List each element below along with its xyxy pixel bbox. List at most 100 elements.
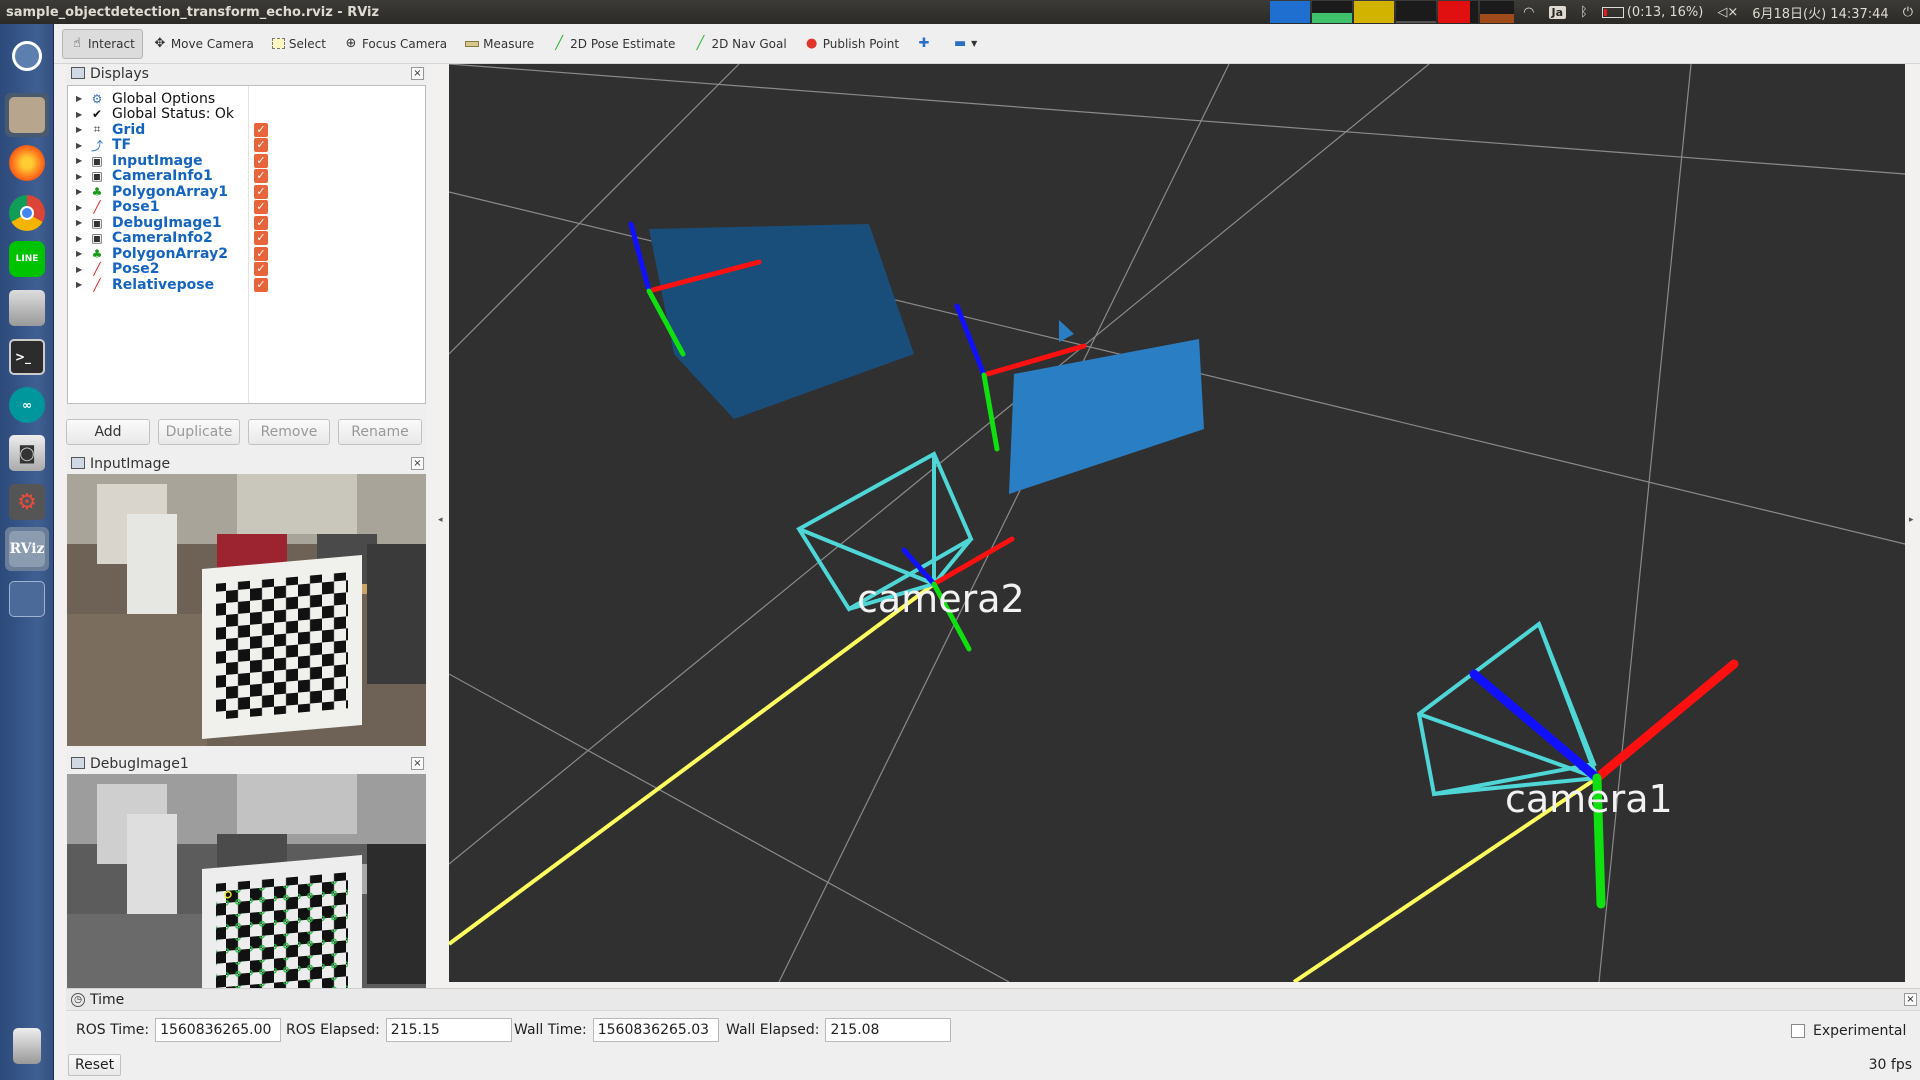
add-tool-button[interactable]: ✚	[909, 29, 943, 59]
expand-arrow-icon[interactable]: ▶	[76, 172, 82, 181]
load-meter[interactable]	[1480, 1, 1515, 23]
add-display-button[interactable]: Add	[66, 419, 150, 445]
keyboard-indicator[interactable]: Ja	[1548, 5, 1567, 19]
close-icon[interactable]: ×	[411, 457, 424, 470]
expand-arrow-icon[interactable]: ▶	[76, 218, 82, 227]
ruler-icon	[465, 40, 480, 47]
power-icon[interactable]: ⏻	[1903, 5, 1913, 20]
expand-arrow-icon[interactable]: ▶	[76, 249, 82, 258]
ros-time-field: ROS Time: 1560836265.00	[76, 1018, 282, 1042]
pose-estimate-tool[interactable]: ╱ 2D Pose Estimate	[544, 29, 683, 59]
image-icon: ▣	[91, 153, 103, 168]
battery-text: (0:13, 16%)	[1626, 4, 1704, 20]
display-enabled-checkbox[interactable]: ✓	[254, 246, 268, 261]
terminal-icon[interactable]: >_	[5, 335, 49, 379]
move-camera-tool[interactable]: ✥ Move Camera	[145, 29, 262, 59]
bluetooth-icon[interactable]: ᛒ	[1580, 5, 1588, 20]
minus-icon: ▬	[953, 36, 967, 51]
volume-icon[interactable]: ◁×	[1717, 5, 1738, 20]
nav-goal-tool[interactable]: ╱ 2D Nav Goal	[685, 29, 794, 59]
disk-meter[interactable]	[1438, 1, 1479, 23]
camera-icon[interactable]: ◙	[5, 431, 49, 475]
swap-meter[interactable]	[1354, 1, 1395, 23]
tool-label: Select	[288, 36, 326, 51]
wall-elapsed-value[interactable]: 215.08	[825, 1018, 952, 1042]
wall-elapsed-label: Wall Elapsed:	[726, 1022, 820, 1038]
ros-elapsed-value[interactable]: 215.15	[385, 1018, 512, 1042]
settings-icon[interactable]: ⚙	[5, 480, 49, 524]
expand-arrow-icon[interactable]: ▶	[76, 265, 82, 274]
display-enabled-checkbox[interactable]: ✓	[254, 200, 268, 214]
tool-label: Focus Camera	[361, 36, 448, 51]
display-enabled-checkbox[interactable]: ✓	[254, 277, 268, 292]
tf-icon: ⤴	[90, 138, 103, 153]
line-app-label: LINE	[9, 241, 45, 277]
display-enabled-checkbox[interactable]: ✓	[254, 184, 268, 199]
gear-icon: ⚙	[91, 91, 103, 106]
expand-arrow-icon[interactable]: ▶	[76, 156, 82, 165]
wall-time-value[interactable]: 1560836265.03	[592, 1018, 719, 1042]
camera-info-icon: ▣	[91, 231, 103, 245]
close-icon[interactable]: ×	[411, 757, 424, 770]
expand-arrow-icon[interactable]: ▶	[76, 187, 82, 196]
close-icon[interactable]: ×	[411, 67, 424, 80]
arduino-icon[interactable]: ∞	[5, 383, 49, 427]
rename-display-button[interactable]: Rename	[338, 419, 422, 445]
display-enabled-checkbox[interactable]: ✓	[254, 262, 268, 276]
expand-arrow-icon[interactable]: ▶	[76, 203, 82, 212]
scene-canvas	[449, 64, 1905, 982]
experimental-label: Experimental	[1813, 1023, 1907, 1039]
duplicate-display-button[interactable]: Duplicate	[158, 419, 240, 445]
battery-indicator[interactable]: (0:13, 16%)	[1601, 4, 1704, 20]
displays-button-row: Add Duplicate Remove Rename	[66, 419, 422, 445]
input-image-panel: InputImage ×	[66, 454, 427, 746]
render-3d-view[interactable]: camera2 camera1	[449, 64, 1905, 982]
files-icon[interactable]	[5, 93, 49, 137]
experimental-checkbox[interactable]	[1791, 1024, 1805, 1038]
debug-image-panel-title: DebugImage1 ×	[66, 754, 427, 774]
expand-arrow-icon[interactable]: ▶	[76, 125, 82, 134]
close-icon[interactable]: ×	[1904, 993, 1917, 1006]
focus-camera-tool[interactable]: ⊕ Focus Camera	[336, 29, 455, 59]
trash-icon[interactable]	[5, 1024, 49, 1068]
expand-arrow-icon[interactable]: ▶	[76, 110, 82, 119]
firefox-icon[interactable]	[5, 141, 49, 185]
polygon-icon: ♣	[91, 184, 103, 199]
cpu-meter[interactable]	[1270, 1, 1311, 23]
remove-tool-button[interactable]: ▬ ▼	[945, 29, 985, 59]
display-enabled-checkbox[interactable]: ✓	[254, 138, 268, 152]
display-enabled-checkbox[interactable]: ✓	[254, 153, 268, 168]
rviz-icon[interactable]: RViz	[5, 527, 49, 571]
wifi-icon[interactable]: ◠	[1523, 5, 1534, 20]
network-meter[interactable]	[1396, 1, 1437, 23]
display-enabled-checkbox[interactable]: ✓	[254, 231, 268, 245]
display-item-label: Relativepose	[112, 276, 215, 293]
select-tool[interactable]: Select	[264, 29, 334, 59]
expand-arrow-icon[interactable]: ▶	[76, 141, 82, 150]
expand-arrow-icon[interactable]: ▶	[76, 234, 82, 243]
clock[interactable]: 6月18日(火) 14:37:44	[1752, 3, 1888, 22]
display-enabled-checkbox[interactable]: ✓	[254, 215, 268, 230]
disk-icon[interactable]	[5, 286, 49, 330]
tool-label: Publish Point	[822, 36, 900, 51]
line-icon[interactable]: LINE	[5, 237, 49, 281]
measure-tool[interactable]: Measure	[457, 29, 542, 59]
chrome-icon[interactable]	[5, 191, 49, 235]
display-item[interactable]: ▶ ╱ Relativepose ✓	[68, 275, 425, 294]
image-icon: ▣	[91, 215, 103, 230]
expand-arrow-icon[interactable]: ▶	[76, 280, 82, 289]
display-enabled-checkbox[interactable]: ✓	[254, 169, 268, 183]
publish-point-tool[interactable]: ● Publish Point	[797, 29, 907, 59]
expand-arrow-icon[interactable]: ▶	[76, 94, 82, 103]
ubuntu-dash-icon[interactable]	[5, 34, 49, 78]
memory-meter[interactable]	[1312, 1, 1353, 23]
reset-button[interactable]: Reset	[68, 1054, 122, 1076]
right-splitter-handle[interactable]: ▸	[1909, 515, 1914, 525]
left-splitter-handle[interactable]: ◂	[438, 515, 443, 525]
experimental-toggle[interactable]: Experimental	[1791, 1023, 1906, 1039]
workspace-switcher-icon[interactable]	[5, 577, 49, 621]
display-enabled-checkbox[interactable]: ✓	[254, 122, 268, 137]
interact-tool[interactable]: ☝ Interact	[62, 28, 143, 59]
remove-display-button[interactable]: Remove	[248, 419, 330, 445]
ros-time-value[interactable]: 1560836265.00	[155, 1018, 282, 1042]
